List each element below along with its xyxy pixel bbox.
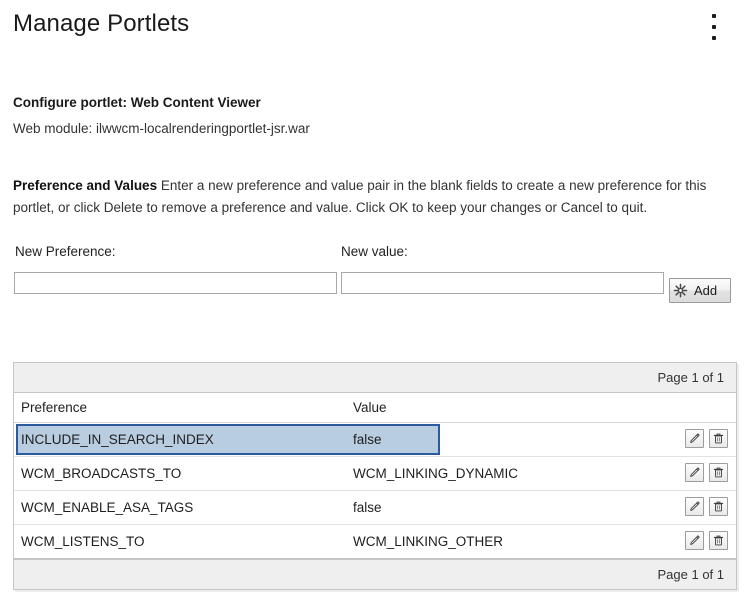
add-button-label: Add: [694, 283, 718, 298]
kebab-dot: [712, 14, 716, 18]
add-button[interactable]: Add: [669, 278, 731, 303]
cell-preference: WCM_ENABLE_ASA_TAGS: [21, 500, 194, 515]
cell-value: WCM_LINKING_DYNAMIC: [353, 466, 519, 481]
table-row[interactable]: WCM_ENABLE_ASA_TAGS false: [14, 491, 736, 525]
edit-row-button[interactable]: [685, 463, 704, 482]
delete-row-button[interactable]: [709, 531, 728, 550]
preferences-table: Page 1 of 1 Preference Value INCLUDE_IN_…: [13, 362, 737, 590]
new-preference-label: New Preference:: [15, 244, 116, 259]
delete-row-button[interactable]: [709, 463, 728, 482]
table-row[interactable]: WCM_LISTENS_TO WCM_LINKING_OTHER: [14, 525, 736, 559]
cell-value: false: [353, 500, 382, 515]
trash-icon: [713, 501, 724, 512]
delete-row-button[interactable]: [709, 497, 728, 516]
pencil-icon: [690, 433, 700, 443]
trash-icon: [713, 433, 724, 444]
table-bottom-toolbar: Page 1 of 1: [14, 559, 736, 589]
page-indicator-top: Page 1 of 1: [657, 370, 725, 385]
pencil-icon: [690, 501, 700, 511]
kebab-menu-icon[interactable]: [704, 12, 724, 42]
configure-portlet-heading: Configure portlet: Web Content Viewer: [13, 95, 261, 110]
trash-icon: [713, 467, 724, 478]
cell-value: WCM_LINKING_OTHER: [353, 534, 504, 549]
cell-value: false: [353, 432, 382, 447]
preference-description: Preference and Values Enter a new prefer…: [13, 175, 725, 219]
new-preference-input[interactable]: [14, 272, 337, 294]
edit-row-button[interactable]: [685, 497, 704, 516]
web-module-text: Web module: ilwwcm-localrenderingportlet…: [13, 121, 310, 136]
new-value-input[interactable]: [341, 272, 664, 294]
column-header-preference: Preference: [21, 400, 88, 415]
table-top-toolbar: Page 1 of 1: [14, 363, 736, 393]
page-indicator-bottom: Page 1 of 1: [657, 567, 725, 582]
pencil-icon: [690, 467, 700, 477]
page-header: Manage Portlets: [0, 0, 746, 62]
row-actions: [685, 497, 728, 516]
column-header-value: Value: [353, 400, 387, 415]
pencil-icon: [690, 535, 700, 545]
row-actions: [685, 429, 728, 448]
delete-row-button[interactable]: [709, 429, 728, 448]
table-row[interactable]: INCLUDE_IN_SEARCH_INDEX false: [14, 423, 736, 457]
row-actions: [685, 531, 728, 550]
preference-description-lead: Preference and Values: [13, 178, 158, 193]
page-title: Manage Portlets: [13, 10, 190, 37]
table-column-headers: Preference Value: [14, 393, 736, 423]
table-row[interactable]: WCM_BROADCASTS_TO WCM_LINKING_DYNAMIC: [14, 457, 736, 491]
row-actions: [685, 463, 728, 482]
kebab-dot: [712, 36, 716, 40]
cell-preference: INCLUDE_IN_SEARCH_INDEX: [21, 432, 214, 447]
cell-preference: WCM_LISTENS_TO: [21, 534, 145, 549]
star-burst-icon: [673, 283, 688, 298]
new-value-label: New value:: [341, 244, 408, 259]
cell-preference: WCM_BROADCASTS_TO: [21, 466, 182, 481]
trash-icon: [713, 535, 724, 546]
edit-row-button[interactable]: [685, 429, 704, 448]
kebab-dot: [712, 25, 716, 29]
edit-row-button[interactable]: [685, 531, 704, 550]
